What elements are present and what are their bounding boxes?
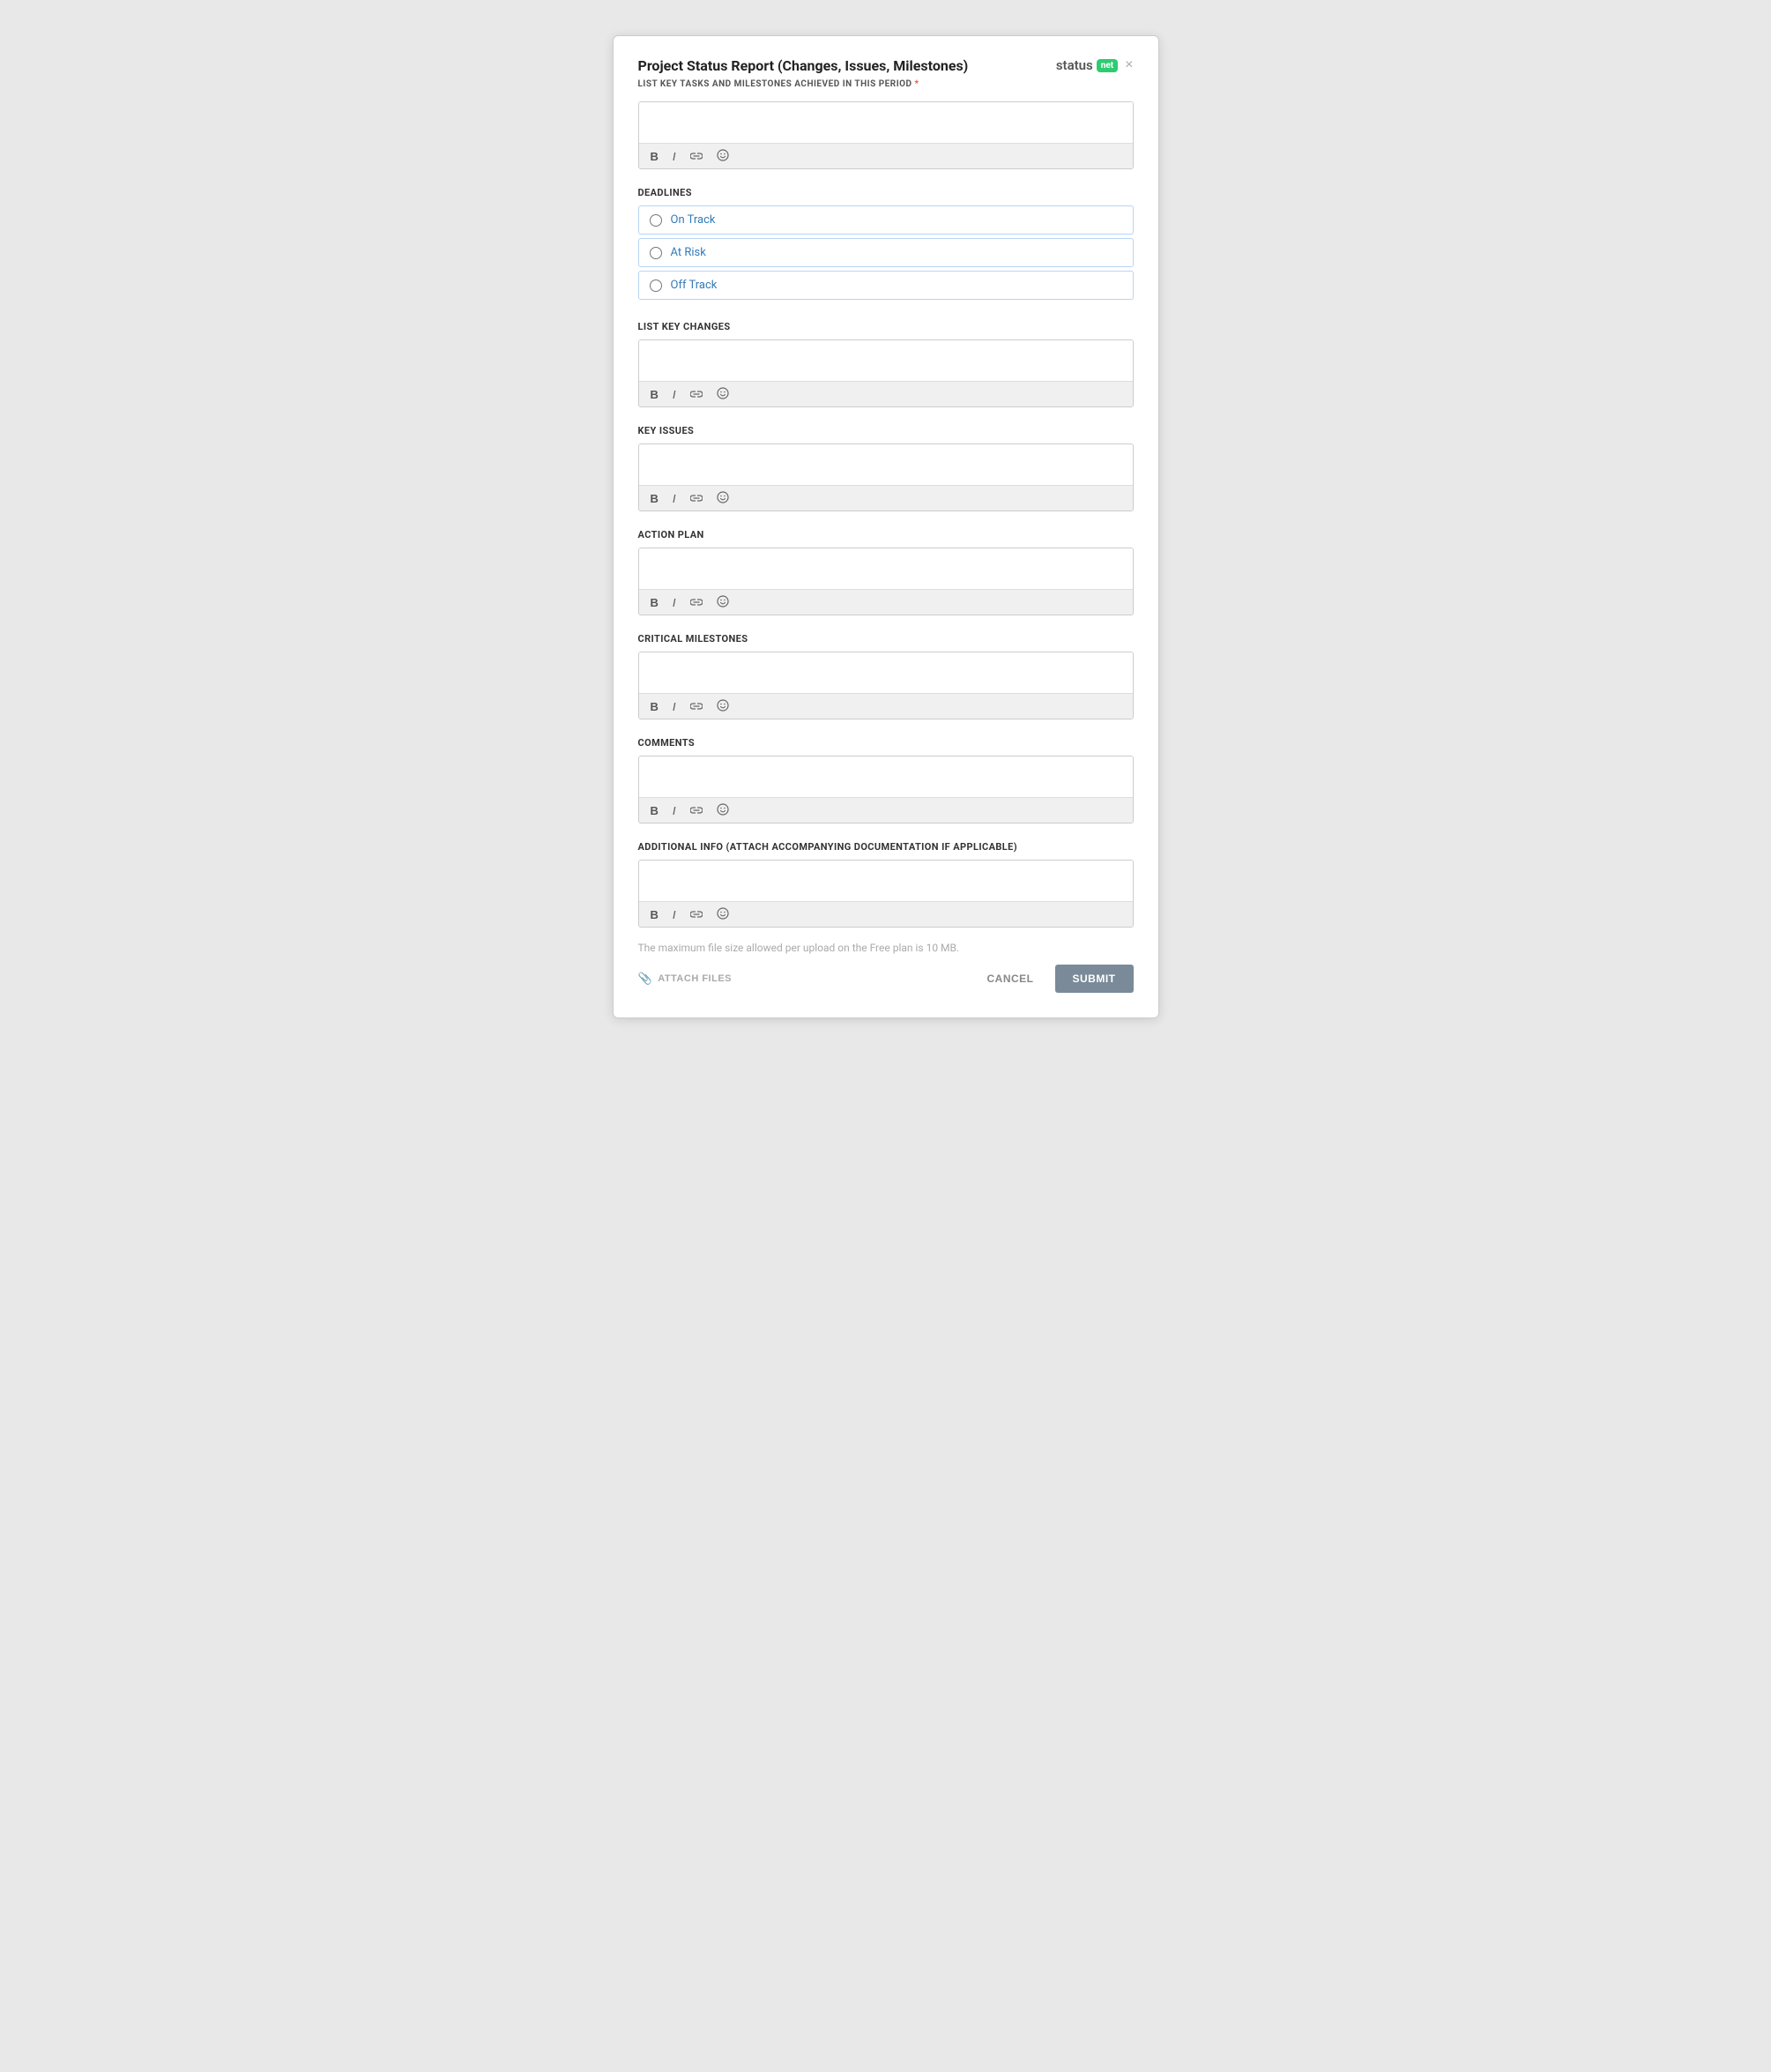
lkc-link-button[interactable] — [688, 388, 705, 401]
ap-italic-button[interactable]: I — [670, 596, 679, 609]
comments-label: COMMENTS — [638, 737, 1134, 749]
file-size-note: The maximum file size allowed per upload… — [638, 942, 1134, 954]
key-tasks-textarea[interactable] — [639, 102, 1133, 143]
ki-italic-button[interactable]: I — [670, 492, 679, 505]
cancel-button[interactable]: CANCEL — [977, 965, 1045, 992]
comments-textarea[interactable] — [639, 757, 1133, 797]
radio-option-at-risk[interactable]: At Risk — [638, 238, 1134, 267]
action-plan-toolbar: B I — [639, 589, 1133, 615]
cm-italic-button[interactable]: I — [670, 700, 679, 713]
project-status-report-modal: Project Status Report (Changes, Issues, … — [613, 35, 1159, 1018]
critical-milestones-editor: B I — [638, 652, 1134, 719]
status-logo-text: status — [1056, 57, 1093, 73]
status-logo: status net — [1056, 57, 1118, 73]
key-tasks-editor: B I — [638, 101, 1134, 169]
ai-bold-button[interactable]: B — [648, 908, 661, 921]
additional-info-label: ADDITIONAL INFO (ATTACH ACCOMPANYING DOC… — [638, 841, 1134, 853]
modal-header: Project Status Report (Changes, Issues, … — [638, 57, 1134, 74]
ki-bold-button[interactable]: B — [648, 492, 661, 505]
cm-link-button[interactable] — [688, 700, 705, 713]
list-key-changes-textarea[interactable] — [639, 340, 1133, 381]
radio-at-risk-label: At Risk — [671, 246, 706, 259]
radio-option-on-track[interactable]: On Track — [638, 205, 1134, 235]
form-subtitle: LIST KEY TASKS AND MILESTONES ACHIEVED I… — [638, 79, 1134, 89]
paperclip-icon: 📎 — [638, 972, 653, 986]
radio-off-track[interactable] — [650, 279, 662, 292]
critical-milestones-toolbar: B I — [639, 693, 1133, 719]
action-plan-label: ACTION PLAN — [638, 529, 1134, 540]
deadlines-radio-group: On Track At Risk Off Track — [638, 205, 1134, 303]
key-tasks-italic-button[interactable]: I — [670, 150, 679, 163]
co-link-button[interactable] — [688, 804, 705, 817]
action-plan-editor: B I — [638, 548, 1134, 615]
lkc-italic-button[interactable]: I — [670, 388, 679, 401]
critical-milestones-label: CRITICAL MILESTONES — [638, 633, 1134, 645]
ai-italic-button[interactable]: I — [670, 908, 679, 921]
key-tasks-bold-button[interactable]: B — [648, 150, 661, 163]
key-issues-textarea[interactable] — [639, 444, 1133, 485]
lkc-bold-button[interactable]: B — [648, 388, 661, 401]
action-plan-textarea[interactable] — [639, 548, 1133, 589]
co-italic-button[interactable]: I — [670, 804, 679, 817]
key-issues-editor: B I — [638, 443, 1134, 511]
list-key-changes-label: LIST KEY CHANGES — [638, 321, 1134, 332]
co-emoji-button[interactable] — [714, 802, 732, 818]
close-button[interactable]: × — [1125, 58, 1133, 72]
list-key-changes-editor: B I — [638, 339, 1134, 407]
radio-option-off-track[interactable]: Off Track — [638, 271, 1134, 300]
radio-on-track-label: On Track — [671, 213, 716, 227]
header-right: status net × — [1056, 57, 1134, 73]
cm-bold-button[interactable]: B — [648, 700, 661, 713]
ai-link-button[interactable] — [688, 908, 705, 921]
ap-bold-button[interactable]: B — [648, 596, 661, 609]
cm-emoji-button[interactable] — [714, 698, 732, 714]
ki-emoji-button[interactable] — [714, 490, 732, 506]
key-tasks-toolbar: B I — [639, 143, 1133, 168]
form-footer: 📎 ATTACH FILES CANCEL SUBMIT — [638, 965, 1134, 993]
attach-files-label: ATTACH FILES — [658, 973, 732, 984]
lkc-emoji-button[interactable] — [714, 386, 732, 402]
additional-info-textarea[interactable] — [639, 861, 1133, 901]
co-bold-button[interactable]: B — [648, 804, 661, 817]
comments-editor: B I — [638, 756, 1134, 824]
attach-files-button[interactable]: 📎 ATTACH FILES — [638, 972, 733, 986]
comments-toolbar: B I — [639, 797, 1133, 823]
deadlines-label: DEADLINES — [638, 187, 1134, 198]
ap-emoji-button[interactable] — [714, 594, 732, 610]
key-issues-label: KEY ISSUES — [638, 425, 1134, 436]
radio-on-track[interactable] — [650, 214, 662, 227]
key-issues-toolbar: B I — [639, 485, 1133, 511]
footer-actions: CANCEL SUBMIT — [977, 965, 1134, 993]
ai-emoji-button[interactable] — [714, 906, 732, 922]
modal-title: Project Status Report (Changes, Issues, … — [638, 57, 969, 74]
ap-link-button[interactable] — [688, 596, 705, 609]
modal-title-area: Project Status Report (Changes, Issues, … — [638, 57, 969, 74]
list-key-changes-toolbar: B I — [639, 381, 1133, 406]
radio-off-track-label: Off Track — [671, 279, 718, 292]
additional-info-editor: B I — [638, 860, 1134, 928]
radio-at-risk[interactable] — [650, 247, 662, 259]
key-tasks-emoji-button[interactable] — [714, 148, 732, 164]
required-star: * — [915, 79, 919, 89]
submit-button[interactable]: SUBMIT — [1055, 965, 1134, 993]
additional-info-toolbar: B I — [639, 901, 1133, 927]
net-badge: net — [1097, 59, 1118, 72]
critical-milestones-textarea[interactable] — [639, 652, 1133, 693]
key-tasks-link-button[interactable] — [688, 150, 705, 163]
ki-link-button[interactable] — [688, 492, 705, 505]
